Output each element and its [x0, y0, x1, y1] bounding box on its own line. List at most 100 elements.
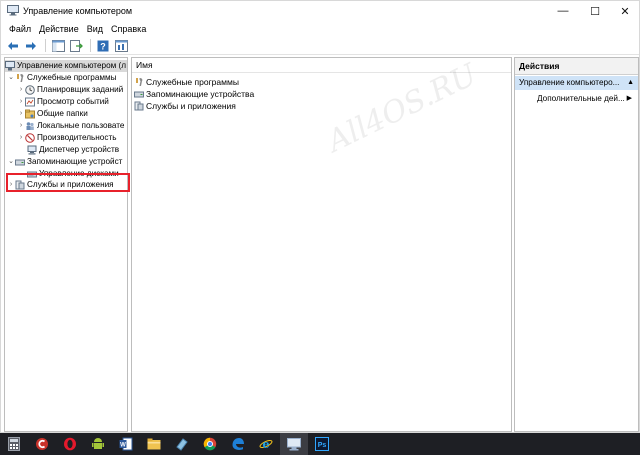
chevron-right-icon[interactable]: › [17, 84, 25, 96]
show-hide-console-tree-button[interactable] [50, 38, 66, 53]
list-item-system-tools[interactable]: Служебные программы [134, 76, 239, 88]
taskbar-word[interactable]: W [112, 433, 140, 455]
actions-section-label: Управление компьютеро... [519, 78, 620, 87]
svg-text:?: ? [100, 41, 106, 51]
maximize-button[interactable]: ☐ [581, 1, 609, 21]
help-button[interactable]: ? [95, 38, 111, 53]
forward-button[interactable] [23, 38, 39, 53]
taskbar-edge[interactable] [224, 433, 252, 455]
taskbar-file-explorer[interactable] [140, 433, 168, 455]
toolbar-separator [90, 39, 91, 52]
edge-icon [232, 438, 244, 450]
tree-item-task-scheduler[interactable]: › Планировщик заданий [17, 84, 123, 96]
taskbar-notepad[interactable] [168, 433, 196, 455]
computer-management-icon [287, 437, 301, 450]
list-item-label: Запоминающие устройства [146, 89, 255, 99]
properties-button[interactable] [113, 38, 129, 53]
chevron-right-icon[interactable]: › [17, 132, 25, 144]
notepad-icon [176, 438, 188, 451]
actions-section-computer-management[interactable]: Управление компьютеро... ▲ [515, 76, 638, 90]
tree-item-event-viewer[interactable]: › Просмотр событий [17, 96, 109, 108]
performance-icon [25, 133, 35, 143]
chevron-right-icon[interactable]: › [17, 108, 25, 120]
actions-pane: Действия Управление компьютеро... ▲ Допо… [514, 57, 639, 432]
computer-management-window: Управление компьютером — ☐ ✕ Файл Действ… [0, 0, 640, 433]
console-tree-icon [51, 39, 65, 52]
more-actions-label: Дополнительные дей... [537, 94, 625, 103]
event-viewer-icon [25, 97, 35, 107]
menu-help[interactable]: Справка [107, 24, 150, 34]
storage-icon [134, 91, 144, 98]
services-icon [134, 101, 144, 111]
list-item-label: Служебные программы [146, 77, 239, 87]
chevron-right-icon[interactable]: › [17, 120, 25, 132]
export-list-icon [69, 39, 83, 52]
tree-item-label: Просмотр событий [37, 97, 109, 106]
calculator-icon [8, 437, 20, 451]
tree-item-system-tools[interactable]: ⌄ Служебные программы [7, 72, 117, 84]
highlight-frame [6, 173, 130, 192]
tree-item-label: Управление компьютером (л [17, 61, 127, 70]
tree-item-local-users[interactable]: › Локальные пользовате [17, 120, 124, 132]
tree-item-shared-folders[interactable]: › Общие папки [17, 108, 88, 120]
collapse-up-icon[interactable]: ▲ [627, 76, 634, 90]
toolbar-separator [45, 39, 46, 52]
title-bar: Управление компьютером — ☐ ✕ [1, 1, 639, 21]
word-icon: W [119, 437, 133, 451]
tools-icon [17, 74, 24, 82]
actions-header: Действия [515, 58, 638, 75]
computer-management-icon [5, 61, 15, 71]
minimize-button[interactable]: — [549, 1, 577, 21]
chevron-right-icon[interactable]: › [17, 96, 25, 108]
tree-item-label: Планировщик заданий [37, 85, 124, 94]
ccleaner-icon [36, 438, 48, 450]
close-button[interactable]: ✕ [611, 1, 639, 21]
chevron-down-icon[interactable]: ⌄ [7, 156, 15, 168]
list-item-storage[interactable]: Запоминающие устройства [134, 88, 254, 100]
storage-icon [15, 159, 25, 166]
internet-explorer-icon: e [259, 438, 273, 451]
taskbar-chrome[interactable] [196, 433, 224, 455]
device-manager-icon [27, 145, 37, 155]
tree-item-performance[interactable]: › Производительность [17, 132, 116, 144]
tools-icon [136, 78, 143, 86]
menu-view[interactable]: Вид [83, 24, 107, 34]
tree-item-label: Запоминающие устройст [27, 157, 123, 166]
tree-item-label: Производительность [37, 133, 117, 142]
more-actions-item[interactable]: Дополнительные дей... ▶ [515, 92, 638, 106]
tree-item-computer-management[interactable]: Управление компьютером (л [5, 60, 127, 72]
tree-item-device-manager[interactable]: Диспетчер устройств [27, 144, 119, 156]
taskbar-computer-management[interactable] [280, 433, 308, 455]
maximize-icon: ☐ [590, 5, 600, 18]
users-icon [26, 122, 34, 130]
chevron-down-icon[interactable]: ⌄ [7, 72, 15, 84]
back-arrow-icon [8, 41, 18, 50]
file-explorer-icon [147, 438, 161, 450]
shared-folder-icon [25, 109, 35, 119]
tree-item-label: Служебные программы [27, 73, 117, 82]
taskbar-opera[interactable] [56, 433, 84, 455]
clock-icon [25, 85, 35, 95]
taskbar-internet-explorer[interactable]: e [252, 433, 280, 455]
menu-file[interactable]: Файл [5, 24, 35, 34]
svg-text:e: e [263, 438, 270, 451]
submenu-arrow-icon: ▶ [626, 95, 632, 102]
toolbar: ? [1, 37, 639, 55]
taskbar-android[interactable] [84, 433, 112, 455]
list-item-services-and-applications[interactable]: Службы и приложения [134, 100, 236, 112]
svg-text:Ps: Ps [318, 442, 327, 449]
back-button[interactable] [5, 38, 21, 53]
tree-item-label: Общие папки [37, 109, 88, 118]
taskbar-ccleaner[interactable] [28, 433, 56, 455]
menu-bar: Файл Действие Вид Справка [1, 21, 639, 37]
close-icon: ✕ [620, 5, 630, 18]
menu-action[interactable]: Действие [35, 24, 83, 34]
computer-management-app-icon [7, 5, 19, 16]
tree-item-storage[interactable]: ⌄ Запоминающие устройст [7, 156, 122, 168]
content-pane: Имя Служебные программы Запоминающие уст… [131, 57, 512, 432]
taskbar-calculator[interactable] [0, 433, 28, 455]
export-list-button[interactable] [68, 38, 84, 53]
taskbar-photoshop[interactable]: Ps [308, 433, 336, 455]
minimize-icon: — [557, 5, 569, 17]
tree-item-label: Диспетчер устройств [39, 145, 120, 154]
